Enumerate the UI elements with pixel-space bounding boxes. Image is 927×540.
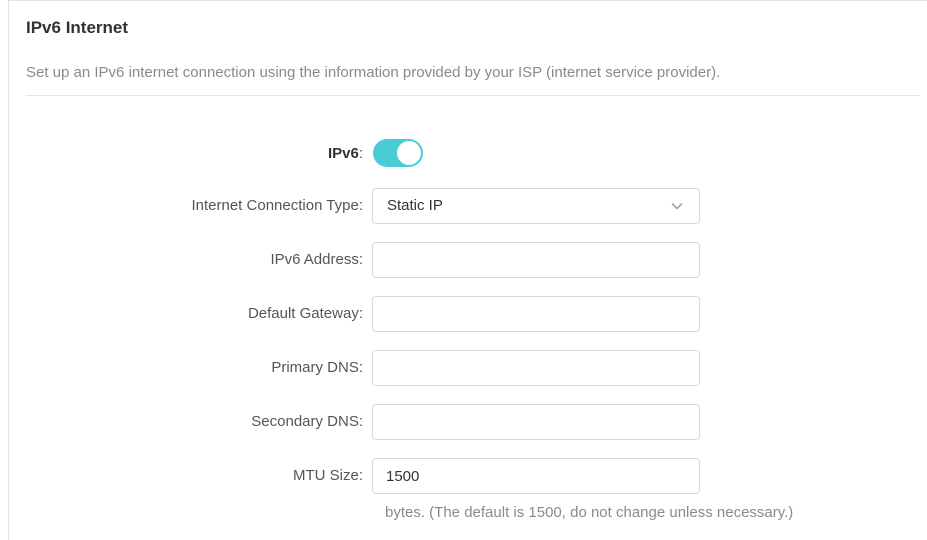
section-description: Set up an IPv6 internet connection using… [26,64,721,81]
secondary-dns-label: Secondary DNS: [251,413,363,430]
connection-type-select[interactable]: Static IP [372,188,700,224]
primary-dns-input[interactable] [372,350,700,386]
ipv6-label-colon: : [358,145,363,162]
default-gateway-label: Default Gateway: [247,305,363,322]
connection-type-row: Internet Connection Type: Static IP [9,188,927,224]
connection-type-value: Static IP [387,197,443,214]
ipv6-toggle[interactable] [373,139,423,167]
default-gateway-input[interactable] [372,296,700,332]
mtu-hint: bytes. (The default is 1500, do not chan… [385,504,794,521]
mtu-size-input[interactable] [372,458,700,494]
secondary-dns-row: Secondary DNS: [9,404,927,440]
ipv6-label: IPv6: [328,138,363,170]
primary-dns-label: Primary DNS: [271,359,363,376]
primary-dns-row: Primary DNS: [9,350,927,386]
ipv6-address-input[interactable] [372,242,700,278]
secondary-dns-input[interactable] [372,404,700,440]
mtu-size-row: MTU Size: [9,458,927,494]
toggle-knob [397,141,421,165]
default-gateway-row: Default Gateway: [9,296,927,332]
ipv6-address-label: IPv6 Address: [270,251,363,268]
connection-type-label: Internet Connection Type: [191,197,363,214]
section-title: IPv6 Internet [26,18,129,37]
mtu-size-label: MTU Size: [292,467,363,484]
ipv6-address-row: IPv6 Address: [9,242,927,278]
ipv6-label-text: IPv6 [327,145,359,162]
divider [26,95,920,96]
ipv6-row: IPv6: [9,138,927,170]
ipv6-internet-panel: IPv6 Internet Set up an IPv6 internet co… [8,0,927,540]
chevron-down-icon [671,202,683,210]
